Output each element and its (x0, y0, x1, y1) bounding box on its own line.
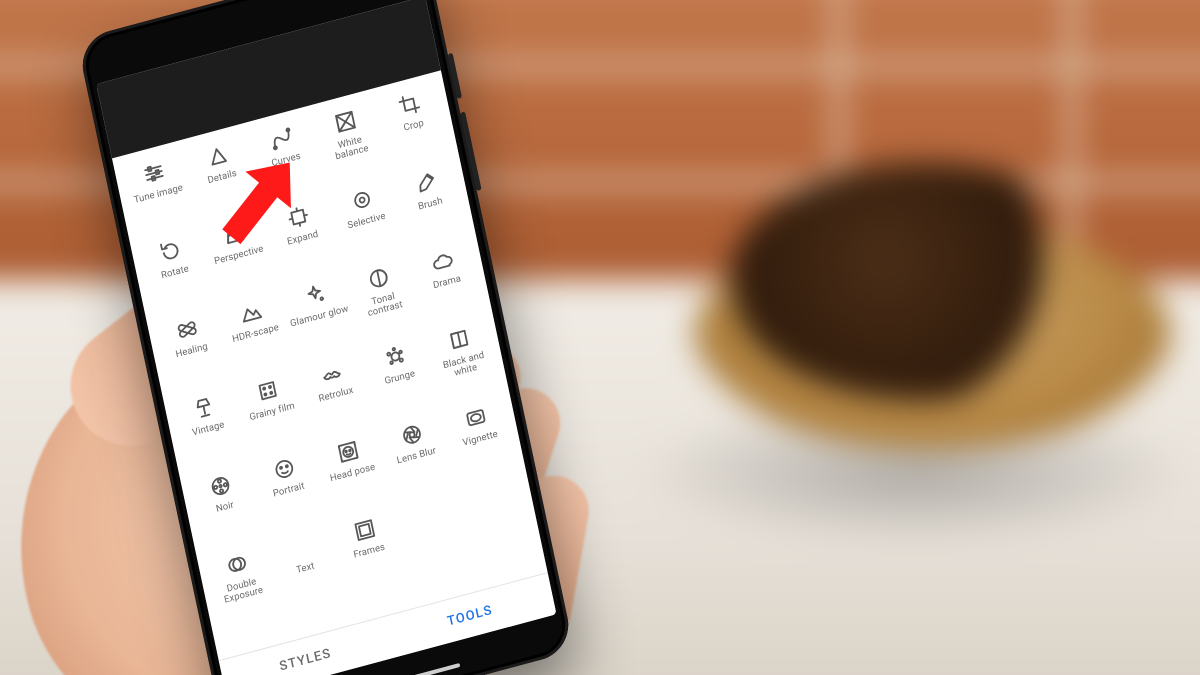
tool-label: Tune image (133, 183, 184, 206)
tool-drama[interactable]: Drama (409, 238, 486, 325)
vignette-icon (461, 402, 492, 434)
sliders-icon (139, 157, 170, 189)
tool-label: Double Exposure (212, 573, 274, 609)
tool-details[interactable]: Details (184, 133, 261, 220)
tool-label: Rotate (160, 264, 190, 282)
tt-icon (286, 531, 317, 563)
bw-icon (444, 323, 475, 355)
target-icon (347, 184, 378, 216)
tool-noir[interactable]: Noir (186, 463, 263, 550)
tool-vintage[interactable]: Vintage (170, 385, 247, 472)
tool-rotate[interactable]: Rotate (137, 228, 214, 315)
tool-frames[interactable]: Frames (331, 507, 408, 594)
tool-label: White balance (320, 131, 382, 167)
tool-label: Drama (432, 274, 462, 292)
bandaid-icon (172, 313, 203, 345)
tool-selective[interactable]: Selective (328, 177, 405, 264)
tool-label: Crop (403, 119, 425, 135)
tool-tonal-contrast[interactable]: Tonal contrast (345, 255, 422, 342)
mustache-icon (316, 358, 347, 390)
tool-label: Brush (417, 196, 443, 213)
tool-head-pose[interactable]: Head pose (314, 429, 391, 516)
tool-label: Perspective (214, 244, 265, 267)
tool-text[interactable]: Text (267, 524, 344, 611)
tool-label: Head pose (329, 463, 376, 485)
expand-icon (283, 201, 314, 233)
tool-black-white[interactable]: Black and white (425, 316, 502, 403)
splat-icon (380, 340, 411, 372)
tool-label: HDR-scape (231, 323, 279, 346)
tool-label: Details (207, 169, 238, 187)
cloud-icon (427, 245, 458, 277)
wb-icon (330, 106, 361, 138)
tool-label: Grunge (384, 369, 416, 387)
tool-label: Text (296, 561, 316, 576)
tool-crop[interactable]: Crop (375, 82, 452, 169)
brush-icon (411, 167, 442, 199)
tool-double-exposure[interactable]: Double Exposure (203, 541, 280, 628)
lamp-icon (189, 392, 220, 424)
facebox-icon (333, 436, 364, 468)
reel-icon (205, 470, 236, 502)
film-icon (252, 375, 283, 407)
tool-expand[interactable]: Expand (264, 194, 341, 281)
tool-curves[interactable]: Curves (248, 116, 325, 203)
tool-vignette[interactable]: Vignette (442, 395, 519, 482)
aperture-icon (397, 419, 428, 451)
tool-white-balance[interactable]: White balance (311, 99, 388, 186)
tool-label: Curves (271, 152, 302, 170)
frame-icon (350, 514, 381, 546)
triangle-icon (203, 140, 234, 172)
tool-label: Grainy film (249, 401, 296, 423)
tool-brush[interactable]: Brush (392, 160, 469, 247)
mountain-icon (236, 296, 267, 328)
tool-hdr-scape[interactable]: HDR-scape (217, 290, 294, 377)
crop-icon (394, 89, 425, 121)
tool-perspective[interactable]: Perspective (200, 211, 277, 298)
tool-tune-image[interactable]: Tune image (120, 150, 197, 237)
tool-healing[interactable]: Healing (153, 307, 230, 394)
tool-label: Glamour glow (289, 304, 349, 330)
half-icon (363, 262, 394, 294)
perspective-icon (219, 218, 250, 250)
rotate-icon (155, 235, 186, 267)
tool-portrait[interactable]: Portrait (250, 446, 327, 533)
face-icon (269, 453, 300, 485)
tool-retrolux[interactable]: Retrolux (297, 351, 374, 438)
tool-grunge[interactable]: Grunge (361, 334, 438, 421)
tool-grainy-film[interactable]: Grainy film (234, 368, 311, 455)
tool-label: Noir (215, 500, 235, 515)
curves-icon (266, 123, 297, 155)
tool-lens-blur[interactable]: Lens Blur (378, 412, 455, 499)
tool-label: Tonal contrast (353, 287, 415, 323)
tool-glamour-glow[interactable]: Glamour glow (281, 272, 358, 359)
tool-label: Black and white (434, 348, 496, 384)
sparkle-icon (300, 279, 331, 311)
overlap-icon (222, 548, 253, 580)
